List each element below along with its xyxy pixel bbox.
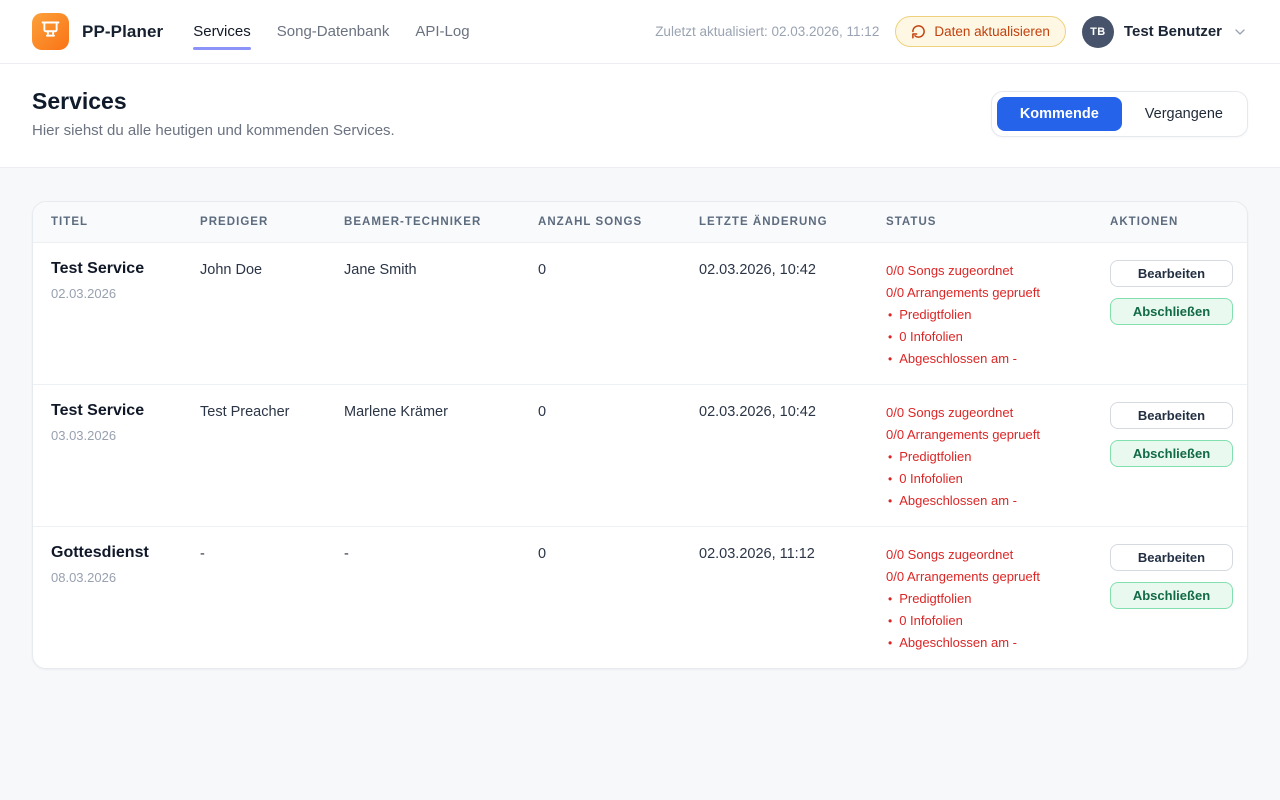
page-title: Services — [32, 88, 395, 115]
toggle-kommende[interactable]: Kommende — [997, 97, 1122, 131]
main-nav: Services Song-Datenbank API-Log — [193, 17, 469, 46]
bullet-icon: • — [888, 468, 892, 490]
refresh-button-label: Daten aktualisieren — [934, 24, 1050, 39]
bearbeiten-button[interactable]: Bearbeiten — [1110, 544, 1233, 571]
status-line: •Predigtfolien — [886, 588, 1110, 610]
topbar-right: Zuletzt aktualisiert: 02.03.2026, 11:12 … — [655, 16, 1248, 48]
aktionen-cell: Bearbeiten Abschließen — [1110, 402, 1233, 467]
col-header-aktionen: Aktionen — [1110, 216, 1229, 228]
titel-cell: Gottesdienst 08.03.2026 — [51, 544, 200, 585]
status-line: •Abgeschlossen am - — [886, 490, 1110, 512]
chevron-down-icon — [1232, 24, 1248, 40]
main-content: Titel Prediger Beamer-Techniker Anzahl S… — [0, 168, 1280, 702]
bullet-icon: • — [888, 348, 892, 370]
nav-item-api-log[interactable]: API-Log — [415, 17, 469, 46]
brand-name: PP-Planer — [82, 22, 163, 42]
service-title: Test Service — [51, 260, 200, 278]
col-header-anzahl-songs: Anzahl Songs — [538, 216, 699, 228]
beamer-techniker-cell: - — [344, 544, 538, 562]
app-logo — [32, 13, 69, 50]
bullet-icon: • — [888, 490, 892, 512]
status-line: 0/0 Songs zugeordnet — [886, 402, 1110, 424]
prediger-cell: - — [200, 544, 344, 562]
service-date: 08.03.2026 — [51, 570, 200, 585]
toggle-vergangene[interactable]: Vergangene — [1126, 97, 1242, 131]
status-line: 0/0 Arrangements geprueft — [886, 282, 1110, 304]
service-date: 02.03.2026 — [51, 286, 200, 301]
bullet-icon: • — [888, 326, 892, 348]
aktionen-cell: Bearbeiten Abschließen — [1110, 544, 1233, 609]
nav-item-song-datenbank[interactable]: Song-Datenbank — [277, 17, 390, 46]
service-filter-toggle: Kommende Vergangene — [991, 91, 1248, 137]
bullet-icon: • — [888, 304, 892, 326]
status-line: •Abgeschlossen am - — [886, 348, 1110, 370]
top-header: PP-Planer Services Song-Datenbank API-Lo… — [0, 0, 1280, 64]
col-header-letzte-aenderung: Letzte Änderung — [699, 216, 886, 228]
letzte-aenderung-cell: 02.03.2026, 10:42 — [699, 402, 886, 420]
status-cell: 0/0 Songs zugeordnet 0/0 Arrangements ge… — [886, 260, 1110, 370]
presentation-icon — [40, 19, 61, 45]
status-line: •0 Infofolien — [886, 468, 1110, 490]
table-row: Test Service 02.03.2026 John Doe Jane Sm… — [33, 243, 1247, 385]
abschliessen-button[interactable]: Abschließen — [1110, 440, 1233, 467]
user-name: Test Benutzer — [1124, 23, 1222, 40]
bullet-icon: • — [888, 610, 892, 632]
anzahl-songs-cell: 0 — [538, 544, 699, 562]
beamer-techniker-cell: Marlene Krämer — [344, 402, 538, 420]
abschliessen-button[interactable]: Abschließen — [1110, 582, 1233, 609]
status-line: 0/0 Arrangements geprueft — [886, 566, 1110, 588]
refresh-icon — [911, 24, 926, 39]
letzte-aenderung-cell: 02.03.2026, 11:12 — [699, 544, 886, 562]
bearbeiten-button[interactable]: Bearbeiten — [1110, 402, 1233, 429]
bullet-icon: • — [888, 632, 892, 654]
anzahl-songs-cell: 0 — [538, 260, 699, 278]
abschliessen-button[interactable]: Abschließen — [1110, 298, 1233, 325]
service-title: Gottesdienst — [51, 544, 200, 562]
beamer-techniker-cell: Jane Smith — [344, 260, 538, 278]
avatar: TB — [1082, 16, 1114, 48]
refresh-data-button[interactable]: Daten aktualisieren — [895, 16, 1066, 47]
services-table: Titel Prediger Beamer-Techniker Anzahl S… — [32, 201, 1248, 669]
table-row: Test Service 03.03.2026 Test Preacher Ma… — [33, 385, 1247, 527]
page-head-text: Services Hier siehst du alle heutigen un… — [32, 88, 395, 139]
anzahl-songs-cell: 0 — [538, 402, 699, 420]
page-subtitle: Hier siehst du alle heutigen und kommend… — [32, 122, 395, 139]
letzte-aenderung-cell: 02.03.2026, 10:42 — [699, 260, 886, 278]
service-date: 03.03.2026 — [51, 428, 200, 443]
table-row: Gottesdienst 08.03.2026 - - 0 02.03.2026… — [33, 527, 1247, 668]
bullet-icon: • — [888, 446, 892, 468]
status-cell: 0/0 Songs zugeordnet 0/0 Arrangements ge… — [886, 544, 1110, 654]
status-line: •Abgeschlossen am - — [886, 632, 1110, 654]
titel-cell: Test Service 02.03.2026 — [51, 260, 200, 301]
titel-cell: Test Service 03.03.2026 — [51, 402, 200, 443]
prediger-cell: Test Preacher — [200, 402, 344, 420]
col-header-titel: Titel — [51, 216, 200, 228]
col-header-status: Status — [886, 216, 1110, 228]
status-line: •Predigtfolien — [886, 446, 1110, 468]
status-line: •Predigtfolien — [886, 304, 1110, 326]
status-line: 0/0 Songs zugeordnet — [886, 260, 1110, 282]
user-menu[interactable]: TB Test Benutzer — [1082, 16, 1248, 48]
bearbeiten-button[interactable]: Bearbeiten — [1110, 260, 1233, 287]
prediger-cell: John Doe — [200, 260, 344, 278]
col-header-prediger: Prediger — [200, 216, 344, 228]
nav-item-services[interactable]: Services — [193, 17, 251, 46]
col-header-beamer-techniker: Beamer-Techniker — [344, 216, 538, 228]
status-line: •0 Infofolien — [886, 610, 1110, 632]
status-line: •0 Infofolien — [886, 326, 1110, 348]
bullet-icon: • — [888, 588, 892, 610]
aktionen-cell: Bearbeiten Abschließen — [1110, 260, 1233, 325]
last-updated-text: Zuletzt aktualisiert: 02.03.2026, 11:12 — [655, 24, 879, 39]
page-head: Services Hier siehst du alle heutigen un… — [0, 64, 1280, 168]
status-line: 0/0 Arrangements geprueft — [886, 424, 1110, 446]
status-line: 0/0 Songs zugeordnet — [886, 544, 1110, 566]
table-header-row: Titel Prediger Beamer-Techniker Anzahl S… — [33, 202, 1247, 243]
status-cell: 0/0 Songs zugeordnet 0/0 Arrangements ge… — [886, 402, 1110, 512]
service-title: Test Service — [51, 402, 200, 420]
